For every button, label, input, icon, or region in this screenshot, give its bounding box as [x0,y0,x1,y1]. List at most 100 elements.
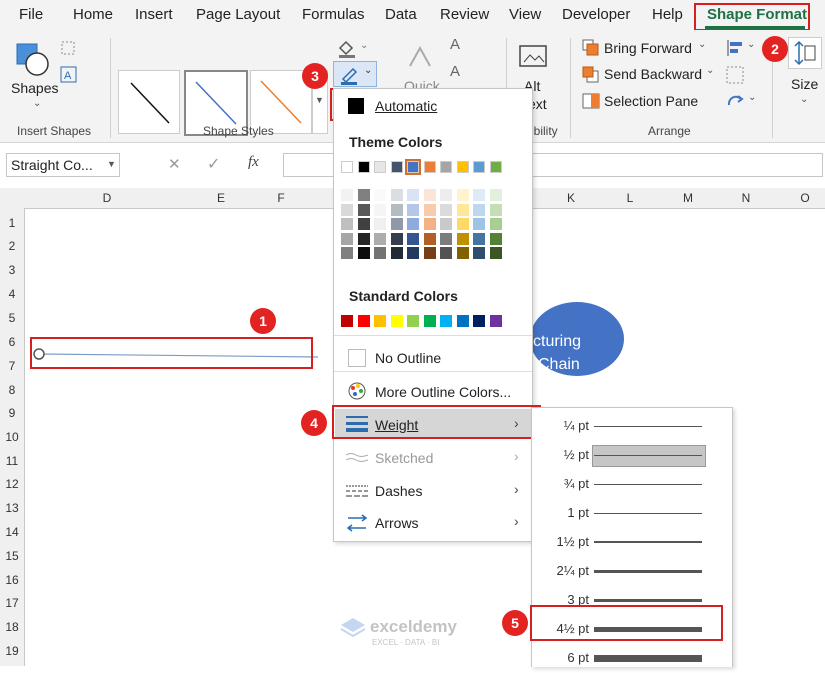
standard-color-swatch[interactable] [440,315,452,327]
column-header-m[interactable]: M [673,191,703,205]
text-box-icon[interactable]: A [60,66,77,83]
column-header-e[interactable]: E [206,191,236,205]
theme-color-swatch[interactable] [423,161,436,173]
row-header[interactable]: 4 [0,287,24,301]
theme-color-shade-swatch[interactable] [407,189,419,201]
align-icon[interactable] [726,39,744,57]
theme-color-swatch[interactable] [489,161,502,173]
weight-option-row[interactable]: 2¼ pt [532,558,732,586]
weight-option-row[interactable]: ¼ pt [532,413,732,441]
shape-fill-icon[interactable] [336,38,356,58]
theme-color-shade-swatch[interactable] [341,247,353,259]
theme-color-shade-swatch[interactable] [473,189,485,201]
theme-color-shade-swatch[interactable] [456,189,469,201]
theme-color-shade-swatch[interactable] [423,232,436,245]
bring-forward-icon[interactable] [582,39,600,57]
text-fill-icon[interactable]: A [450,36,460,53]
theme-color-swatch[interactable] [341,161,353,173]
theme-color-swatch[interactable] [405,159,421,175]
theme-color-shade-swatch[interactable] [473,218,485,230]
quick-styles-icon[interactable] [404,42,434,72]
theme-color-shade-swatch[interactable] [473,203,485,216]
row-header[interactable]: 14 [0,525,24,539]
theme-color-swatch[interactable] [374,161,386,173]
theme-color-swatch[interactable] [440,161,452,173]
theme-color-shade-swatch[interactable] [374,232,386,245]
tab-data[interactable]: Data [385,6,417,23]
theme-color-swatch[interactable] [456,161,469,173]
theme-color-shade-swatch[interactable] [440,203,452,216]
standard-color-swatch[interactable] [374,315,386,327]
weight-option-row[interactable]: 6 pt [532,645,732,673]
theme-color-swatch[interactable] [390,161,403,173]
theme-color-shade-swatch[interactable] [407,203,419,216]
text-outline-icon[interactable]: A [450,63,460,80]
standard-color-swatch[interactable] [423,315,436,327]
row-header[interactable]: 1 [0,216,24,230]
theme-color-shade-swatch[interactable] [440,232,452,245]
row-header[interactable]: 18 [0,620,24,634]
theme-color-shade-swatch[interactable] [357,203,370,216]
theme-color-shade-swatch[interactable] [407,232,419,245]
theme-color-shade-swatch[interactable] [456,247,469,259]
selection-pane-button[interactable]: Selection Pane [604,93,698,109]
standard-color-swatch[interactable] [456,315,469,327]
standard-color-swatch[interactable] [390,315,403,327]
theme-color-shade-swatch[interactable] [456,232,469,245]
column-header-f[interactable]: F [266,191,296,205]
weight-option-row[interactable]: ¾ pt [532,471,732,499]
enter-icon[interactable]: ✓ [207,154,220,174]
theme-color-shade-swatch[interactable] [357,218,370,230]
theme-color-shade-swatch[interactable] [440,218,452,230]
theme-color-shade-swatch[interactable] [390,247,403,259]
column-header-d[interactable]: D [92,191,122,205]
row-header[interactable]: 15 [0,549,24,563]
theme-color-swatch[interactable] [357,161,370,173]
theme-color-shade-swatch[interactable] [357,247,370,259]
theme-color-shade-swatch[interactable] [440,189,452,201]
theme-color-shade-swatch[interactable] [489,218,502,230]
theme-color-shade-swatch[interactable] [374,203,386,216]
tab-home[interactable]: Home [73,6,113,23]
theme-color-shade-swatch[interactable] [473,232,485,245]
more-outline-colors-option[interactable]: More Outline Colors... [375,384,511,400]
edit-shape-icon[interactable] [60,40,76,56]
column-header-k[interactable]: K [556,191,586,205]
standard-color-swatch[interactable] [407,315,419,327]
theme-color-shade-swatch[interactable] [489,232,502,245]
column-header-o[interactable]: O [790,191,820,205]
no-outline-option[interactable]: No Outline [375,350,441,366]
standard-color-swatch[interactable] [357,315,370,327]
arrows-option[interactable]: Arrows [375,515,419,531]
tab-formulas[interactable]: Formulas [302,6,365,23]
theme-color-shade-swatch[interactable] [423,218,436,230]
row-header[interactable]: 2 [0,239,24,253]
alt-text-icon[interactable] [518,44,550,72]
row-header[interactable]: 8 [0,383,24,397]
theme-color-shade-swatch[interactable] [423,203,436,216]
row-header[interactable]: 6 [0,335,24,349]
theme-color-shade-swatch[interactable] [440,247,452,259]
theme-color-shade-swatch[interactable] [423,247,436,259]
automatic-option[interactable]: Automatic [375,98,437,114]
row-header[interactable]: 11 [0,454,24,468]
tab-page-layout[interactable]: Page Layout [196,6,280,23]
theme-color-shade-swatch[interactable] [473,247,485,259]
rotate-icon[interactable] [726,92,744,110]
theme-color-shade-swatch[interactable] [390,218,403,230]
shape-style-black[interactable] [118,70,180,134]
theme-color-shade-swatch[interactable] [374,189,386,201]
theme-color-shade-swatch[interactable] [390,203,403,216]
standard-color-swatch[interactable] [489,315,502,327]
tab-review[interactable]: Review [440,6,489,23]
theme-color-shade-swatch[interactable] [407,218,419,230]
size-icon[interactable] [788,37,822,69]
row-header[interactable]: 10 [0,430,24,444]
theme-color-shade-swatch[interactable] [357,189,370,201]
theme-color-shade-swatch[interactable] [489,189,502,201]
weight-option-row[interactable]: 1½ pt [532,529,732,557]
bring-forward-button[interactable]: Bring Forward [604,40,692,56]
row-header[interactable]: 19 [0,644,24,658]
theme-color-shade-swatch[interactable] [423,189,436,201]
theme-color-swatch[interactable] [473,161,485,173]
